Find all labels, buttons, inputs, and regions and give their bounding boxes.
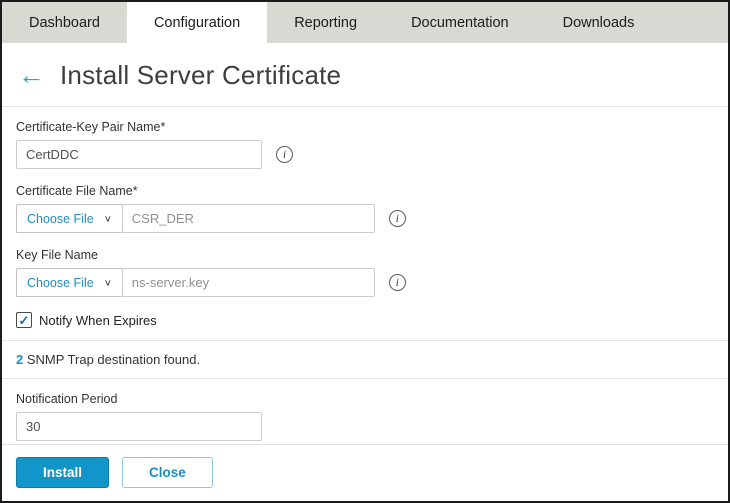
page-header: ← Install Server Certificate	[2, 43, 728, 107]
cert-key-pair-field: Certificate-Key Pair Name* i	[16, 120, 714, 169]
notification-period-label: Notification Period	[16, 392, 118, 406]
snmp-trap-message: 2 SNMP Trap destination found.	[2, 341, 728, 378]
notify-when-expires-row: ✓ Notify When Expires	[16, 312, 714, 328]
cert-key-pair-input[interactable]	[16, 140, 262, 169]
chevron-down-icon: ∨	[103, 278, 112, 288]
back-arrow-icon[interactable]: ←	[18, 62, 45, 89]
tab-dashboard[interactable]: Dashboard	[2, 2, 127, 43]
notification-period-input[interactable]	[16, 412, 262, 441]
top-tab-bar: Dashboard Configuration Reporting Docume…	[2, 2, 728, 43]
snmp-trap-text: SNMP Trap destination found.	[26, 352, 201, 367]
info-icon[interactable]: i	[388, 274, 406, 291]
chevron-down-icon: ∨	[103, 214, 112, 224]
key-file-input[interactable]	[121, 268, 375, 297]
install-button[interactable]: Install	[16, 457, 110, 488]
tab-configuration[interactable]: Configuration	[126, 2, 268, 43]
info-icon[interactable]: i	[276, 146, 293, 163]
tab-downloads[interactable]: Downloads	[536, 2, 662, 43]
certificate-file-field: Certificate File Name* Choose File ∨ i	[16, 184, 714, 233]
install-server-certificate-window: Dashboard Configuration Reporting Docume…	[0, 0, 730, 503]
tab-documentation[interactable]: Documentation	[384, 2, 536, 43]
certificate-choose-file-button[interactable]: Choose File ∨	[16, 204, 123, 233]
checkmark-icon: ✓	[18, 312, 30, 328]
certificate-file-input[interactable]	[121, 204, 375, 233]
install-certificate-form: Certificate-Key Pair Name* i Certificate…	[2, 107, 728, 441]
notification-period-field: Notification Period	[16, 392, 714, 441]
key-choose-file-button[interactable]: Choose File ∨	[16, 268, 123, 297]
page-title: Install Server Certificate	[60, 60, 342, 90]
notify-when-expires-label: Notify When Expires	[39, 312, 157, 328]
footer-action-bar: Install Close	[2, 444, 728, 501]
key-file-field: Key File Name Choose File ∨ i	[16, 248, 714, 297]
info-icon[interactable]: i	[388, 210, 406, 227]
cert-key-pair-label: Certificate-Key Pair Name*	[16, 120, 166, 134]
key-file-label: Key File Name	[16, 248, 98, 262]
close-button[interactable]: Close	[122, 457, 213, 488]
choose-file-label: Choose File	[27, 275, 94, 290]
notify-when-expires-checkbox[interactable]: ✓	[16, 312, 32, 328]
certificate-file-label: Certificate File Name*	[16, 184, 138, 198]
snmp-trap-count: 2	[16, 352, 24, 367]
tab-reporting[interactable]: Reporting	[267, 2, 384, 43]
choose-file-label: Choose File	[27, 211, 94, 226]
